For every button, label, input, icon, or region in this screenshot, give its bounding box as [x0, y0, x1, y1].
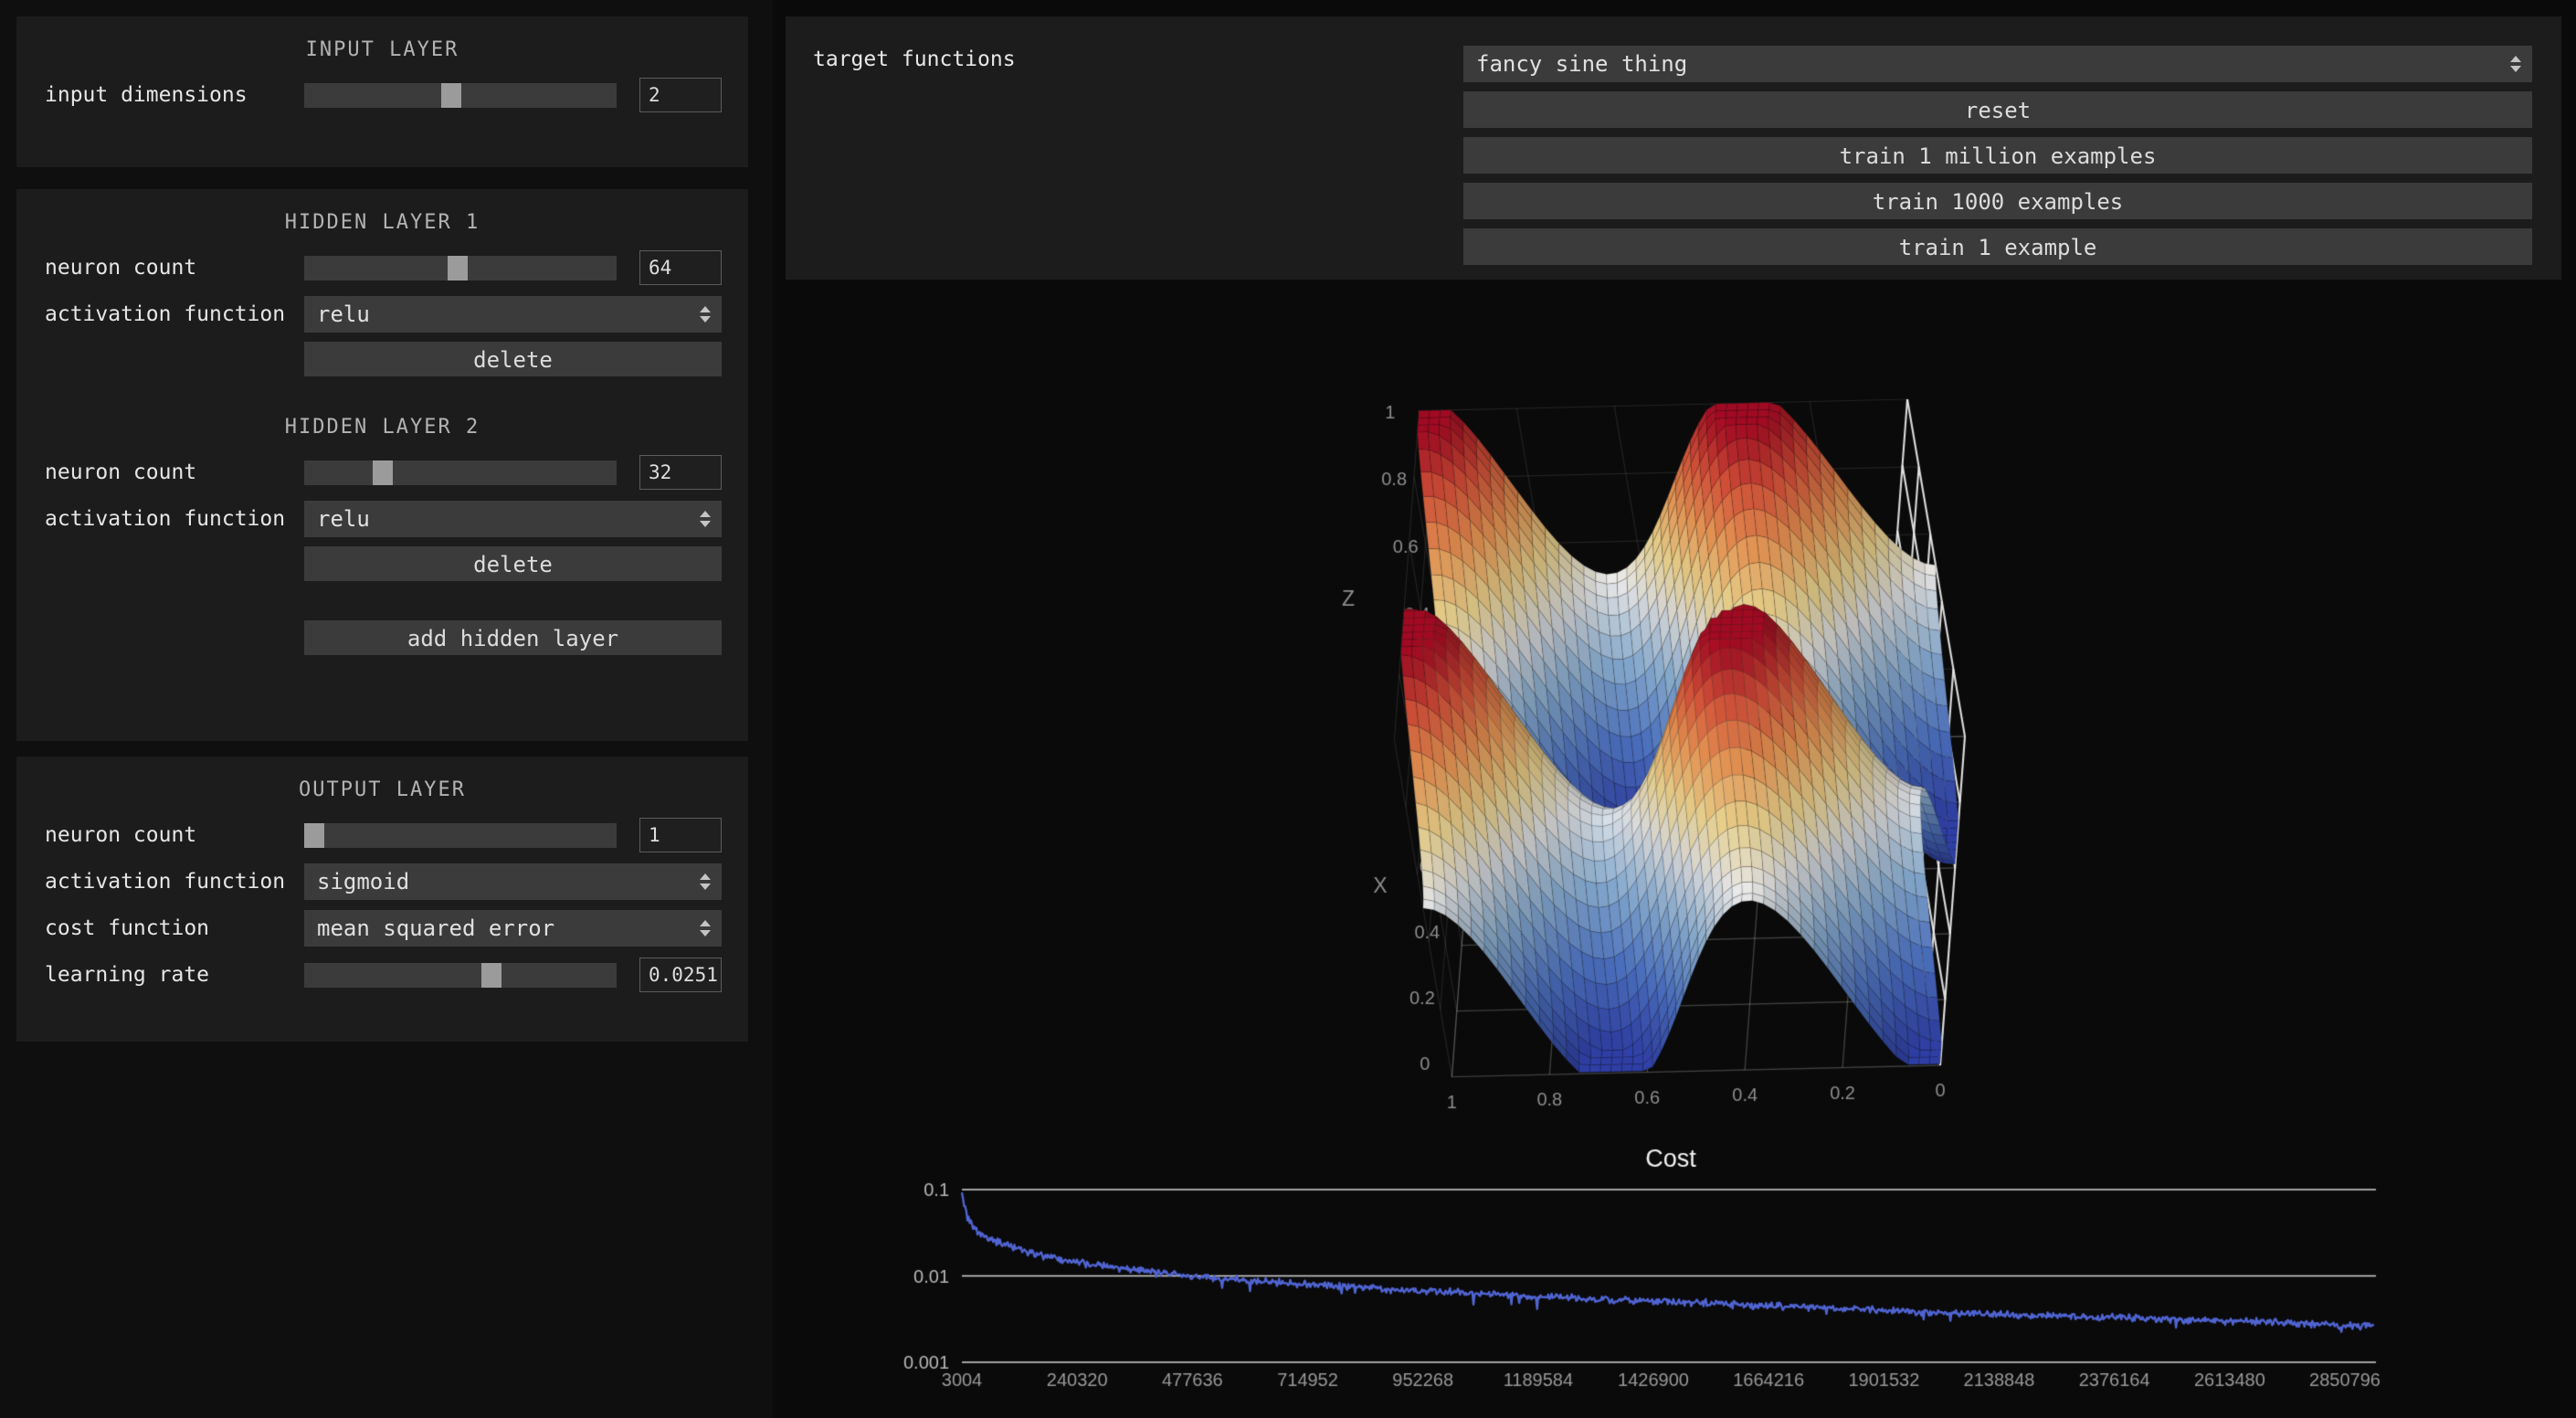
output-activation-row: activation function sigmoid: [16, 862, 748, 901]
hidden-layer-1-activation-dropdown[interactable]: relu: [304, 296, 722, 333]
input-dimensions-value[interactable]: 2: [639, 78, 722, 112]
target-function-dropdown[interactable]: fancy sine thing: [1463, 46, 2532, 82]
hidden-layer-2-activation-value: relu: [317, 506, 370, 532]
cost-function-label: cost function: [45, 916, 210, 940]
learning-rate-slider-thumb[interactable]: [481, 962, 502, 988]
output-layer-title: OUTPUT LAYER: [299, 778, 466, 801]
hidden-layer-1-title: HIDDEN LAYER 1: [284, 211, 480, 234]
train-million-button[interactable]: train 1 million examples: [1463, 137, 2532, 174]
hidden-layer-1-neuron-value[interactable]: 64: [639, 250, 722, 285]
input-dimensions-slider[interactable]: [304, 82, 617, 108]
activation-function-label: activation function: [45, 507, 286, 531]
dropdown-arrows-icon: [700, 920, 711, 937]
hidden-layer-1-neuron-slider-thumb[interactable]: [447, 255, 468, 280]
hidden-layers-panel: HIDDEN LAYER 1 neuron count 64 activatio…: [16, 189, 748, 741]
cost-function-dropdown[interactable]: mean squared error: [304, 910, 722, 947]
output-neuron-value[interactable]: 1: [639, 818, 722, 852]
hidden-layer-2-neuron-value[interactable]: 32: [639, 455, 722, 490]
hidden-layer-1-activation-value: relu: [317, 302, 370, 327]
learning-rate-row: learning rate 0.0251: [16, 956, 748, 994]
activation-function-label: activation function: [45, 870, 286, 894]
activation-function-label: activation function: [45, 302, 286, 326]
output-neuron-row: neuron count 1: [16, 816, 748, 854]
target-functions-panel: target functions fancy sine thing reset …: [786, 16, 2561, 280]
hidden-layer-2-activation-dropdown[interactable]: relu: [304, 501, 722, 537]
hidden-layer-2-neuron-slider-thumb[interactable]: [372, 460, 393, 485]
target-functions-label: target functions: [813, 48, 1016, 71]
output-neuron-slider[interactable]: [304, 822, 617, 848]
add-hidden-layer-button[interactable]: add hidden layer: [304, 620, 722, 655]
train-one-button[interactable]: train 1 example: [1463, 228, 2532, 265]
hidden-layer-1-activation-row: activation function relu: [16, 295, 748, 333]
surface-3d-plot[interactable]: [786, 283, 2561, 1133]
input-layer-panel: INPUT LAYER input dimensions 2: [16, 16, 748, 167]
reset-button[interactable]: reset: [1463, 91, 2532, 128]
neuron-count-label: neuron count: [45, 460, 197, 484]
input-layer-title: INPUT LAYER: [305, 38, 459, 61]
neuron-count-label: neuron count: [45, 256, 197, 280]
hidden-layer-2-neuron-slider[interactable]: [304, 460, 617, 485]
hidden-layer-2-delete-button[interactable]: delete: [304, 546, 722, 581]
output-activation-value: sigmoid: [317, 869, 410, 894]
neuron-count-label: neuron count: [45, 823, 197, 847]
dropdown-arrows-icon: [2510, 56, 2521, 72]
output-layer-panel: OUTPUT LAYER neuron count 1 activation f…: [16, 757, 748, 1042]
dropdown-arrows-icon: [700, 511, 711, 527]
learning-rate-value[interactable]: 0.0251: [639, 958, 722, 992]
cost-chart[interactable]: [895, 1138, 2448, 1412]
hidden-layer-1-neuron-slider[interactable]: [304, 255, 617, 280]
output-neuron-slider-thumb[interactable]: [304, 822, 324, 848]
input-dimensions-slider-thumb[interactable]: [440, 82, 461, 108]
hidden-layer-1-delete-button[interactable]: delete: [304, 342, 722, 376]
dropdown-arrows-icon: [700, 873, 711, 890]
hidden-layer-2-title: HIDDEN LAYER 2: [284, 416, 480, 439]
input-dimensions-label: input dimensions: [45, 83, 248, 107]
hidden-layer-1-neuron-row: neuron count 64: [16, 249, 748, 287]
hidden-layer-2-activation-row: activation function relu: [16, 500, 748, 538]
hidden-layer-2-neuron-row: neuron count 32: [16, 453, 748, 492]
train-thousand-button[interactable]: train 1000 examples: [1463, 183, 2532, 219]
dropdown-arrows-icon: [700, 306, 711, 323]
cost-function-value: mean squared error: [317, 915, 555, 941]
input-dimensions-row: input dimensions 2: [16, 76, 748, 114]
cost-function-row: cost function mean squared error: [16, 909, 748, 947]
target-function-value: fancy sine thing: [1476, 51, 1688, 77]
learning-rate-label: learning rate: [45, 963, 210, 987]
learning-rate-slider[interactable]: [304, 962, 617, 988]
output-activation-dropdown[interactable]: sigmoid: [304, 863, 722, 900]
